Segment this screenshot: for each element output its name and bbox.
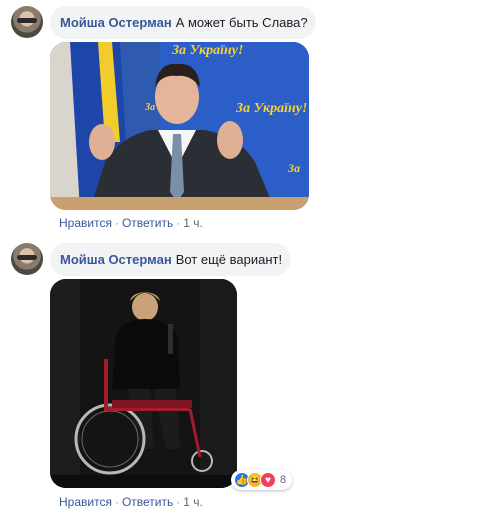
comment-photo[interactable] (50, 279, 237, 488)
like-link[interactable]: Нравится (59, 216, 112, 230)
reactions-summary[interactable]: 👍 😆 ♥ 8 (231, 470, 293, 490)
photo-wheelchair (50, 279, 237, 488)
comment-bubble: Мойша Остерман Вот ещё вариант! (50, 243, 291, 276)
love-icon: ♥ (260, 472, 276, 488)
comment-actions: Нравится · Ответить · 1 ч. (59, 495, 203, 509)
banner-text-4: За (287, 161, 300, 175)
reply-link[interactable]: Ответить (122, 495, 173, 509)
like-link[interactable]: Нравится (59, 495, 112, 509)
comment-text: Вот ещё вариант! (175, 252, 283, 267)
comment-photo[interactable]: За Україну! За Україну! За Ук За (50, 42, 309, 210)
photo-politician: За Україну! За Україну! За Ук За (50, 42, 309, 210)
avatar[interactable] (11, 6, 43, 38)
avatar[interactable] (11, 243, 43, 275)
reactions-count: 8 (280, 474, 287, 486)
comment-author[interactable]: Мойша Остерман (60, 252, 172, 267)
reply-link[interactable]: Ответить (122, 216, 173, 230)
comment-author[interactable]: Мойша Остерман (60, 15, 172, 30)
comment-text: А может быть Слава? (175, 15, 308, 30)
comment-time[interactable]: 1 ч. (183, 216, 203, 230)
comment-time[interactable]: 1 ч. (183, 495, 203, 509)
banner-text-1: За Україну! (171, 43, 243, 58)
comment-bubble: Мойша Остерман А может быть Слава? (50, 6, 316, 39)
comment-actions: Нравится · Ответить · 1 ч. (59, 216, 203, 230)
banner-text-2: За Україну! (235, 101, 307, 116)
